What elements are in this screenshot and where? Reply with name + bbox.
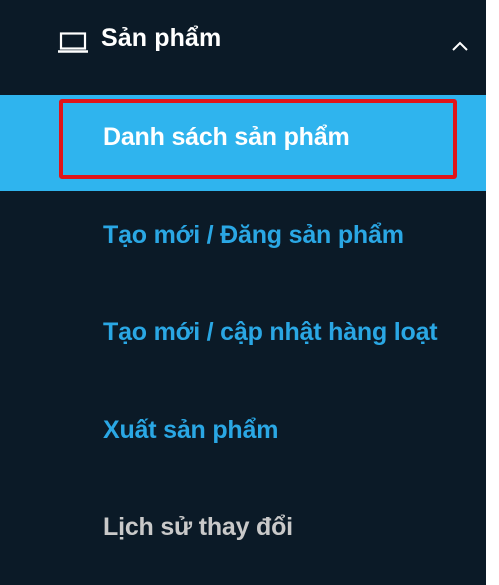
menu-item-label: Tạo mới / cập nhật hàng loạt xyxy=(103,318,438,346)
menu-item-lich-su-thay-doi[interactable]: Lịch sử thay đổi xyxy=(0,485,486,581)
page-edge xyxy=(486,0,499,585)
product-sidebar-menu: Sản phẩm Danh sách sản phẩm Tạo mới / Đă… xyxy=(0,0,486,585)
menu-group-label: Sản phẩm xyxy=(101,24,222,52)
laptop-icon xyxy=(58,32,88,54)
chevron-up-icon[interactable] xyxy=(449,38,471,54)
menu-item-tao-moi-dang-san-pham[interactable]: Tạo mới / Đăng sản phẩm xyxy=(0,193,486,289)
selection-highlight-box xyxy=(59,99,457,179)
menu-item-tao-moi-cap-nhat-hang-loat[interactable]: Tạo mới / cập nhật hàng loạt xyxy=(0,290,486,386)
menu-group-san-pham[interactable]: Sản phẩm xyxy=(0,0,486,95)
menu-item-label: Xuất sản phẩm xyxy=(103,416,279,444)
menu-item-label: Lịch sử thay đổi xyxy=(103,513,293,541)
menu-item-label: Tạo mới / Đăng sản phẩm xyxy=(103,221,404,249)
menu-item-xuat-san-pham[interactable]: Xuất sản phẩm xyxy=(0,388,486,484)
